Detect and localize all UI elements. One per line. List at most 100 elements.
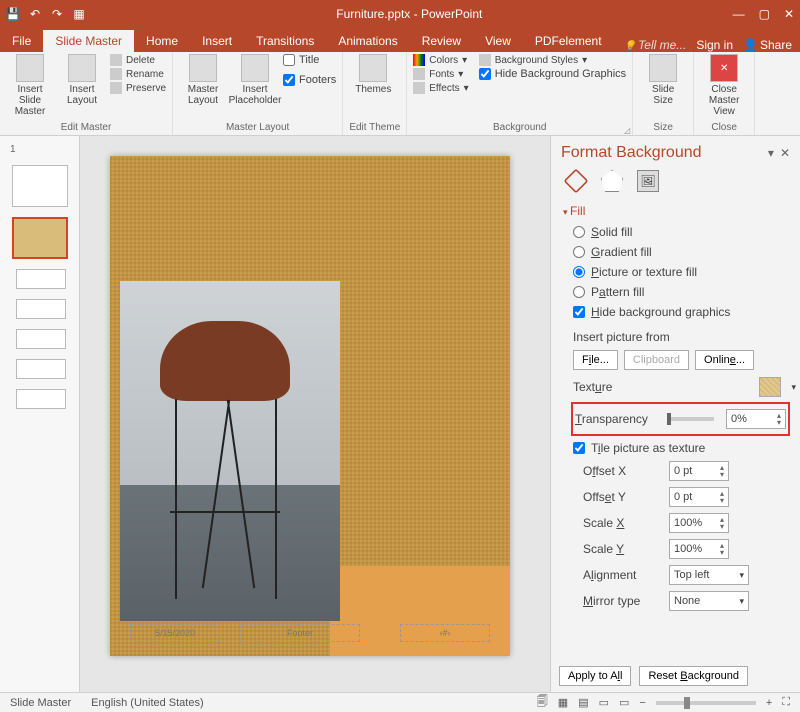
group-size: Size — [639, 122, 687, 135]
ribbon-tabs: File Slide Master Home Insert Transition… — [0, 28, 800, 52]
chair-image[interactable] — [120, 281, 340, 621]
tab-file[interactable]: File — [0, 30, 43, 52]
pane-options-icon[interactable]: ▾ — [768, 146, 774, 160]
slideshow-view-icon[interactable]: ▭ — [619, 696, 629, 709]
orange-shape — [330, 566, 510, 656]
picture-texture-fill-radio[interactable]: Picture or texture fill — [563, 262, 796, 282]
offset-y-spinner[interactable]: 0 pt▴▾ — [669, 487, 729, 507]
insert-placeholder-button[interactable]: Insert Placeholder — [231, 54, 279, 106]
hide-bg-graphics-check[interactable]: Hide background graphics — [563, 302, 796, 322]
tab-pdfelement[interactable]: PDFelement — [523, 30, 614, 52]
group-close: Close — [700, 122, 748, 135]
sign-in-link[interactable]: Sign in — [696, 38, 733, 52]
reading-view-icon[interactable]: ▭ — [599, 696, 609, 709]
title-checkbox[interactable]: Title — [283, 54, 336, 66]
group-edit-master: Edit Master — [6, 122, 166, 135]
date-placeholder[interactable]: 5/15/2020 — [130, 624, 220, 642]
insert-layout-button[interactable]: Insert Layout — [58, 54, 106, 106]
picture-tab-icon[interactable] — [637, 170, 659, 192]
start-slideshow-icon[interactable]: ▦ — [72, 7, 86, 21]
redo-icon[interactable]: ↷ — [50, 7, 64, 21]
alignment-dropdown[interactable]: Top left — [669, 565, 749, 585]
layout-thumbnail-4[interactable] — [16, 329, 66, 349]
tile-picture-check[interactable]: Tile picture as texture — [563, 438, 796, 458]
mirror-label: Mirror type — [583, 594, 663, 608]
solid-fill-radio[interactable]: Solid fill — [563, 222, 796, 242]
slide[interactable]: 5/15/2020 Footer ‹#› — [110, 156, 510, 656]
insert-picture-from-label: Insert picture from — [563, 322, 796, 348]
themes-button[interactable]: Themes — [349, 54, 397, 95]
scale-y-spinner[interactable]: 100%▴▾ — [669, 539, 729, 559]
layout-thumbnail-2[interactable] — [16, 269, 66, 289]
colors-dropdown[interactable]: Colors ▾ — [413, 54, 468, 66]
rename-button[interactable]: Rename — [110, 68, 166, 80]
gradient-fill-radio[interactable]: Gradient fill — [563, 242, 796, 262]
tab-home[interactable]: Home — [134, 30, 190, 52]
minimize-icon[interactable]: — — [733, 7, 745, 21]
layout-thumbnail-6[interactable] — [16, 389, 66, 409]
fonts-dropdown[interactable]: Fonts ▾ — [413, 68, 468, 80]
layout-thumbnail-1[interactable] — [12, 217, 68, 259]
tab-animations[interactable]: Animations — [326, 30, 409, 52]
tab-slide-master[interactable]: Slide Master — [43, 30, 134, 52]
fit-to-window-icon[interactable]: ⛶ — [782, 696, 790, 709]
background-dialog-launcher[interactable]: ◿ — [624, 126, 630, 135]
slide-canvas[interactable]: 5/15/2020 Footer ‹#› — [80, 136, 550, 692]
fill-tab-icon[interactable] — [564, 169, 589, 194]
notes-button[interactable]: 🗐 — [537, 693, 548, 712]
zoom-slider[interactable] — [656, 701, 756, 705]
pane-close-icon[interactable]: ✕ — [780, 146, 790, 160]
transparency-spinner[interactable]: 0%▴▾ — [726, 409, 786, 429]
slide-number-placeholder[interactable]: ‹#› — [400, 624, 490, 642]
undo-icon[interactable]: ↶ — [28, 7, 42, 21]
reset-background-button[interactable]: Reset Background — [639, 666, 748, 686]
master-layout-button[interactable]: Master Layout — [179, 54, 227, 106]
offset-x-spinner[interactable]: 0 pt▴▾ — [669, 461, 729, 481]
effects-tab-icon[interactable] — [601, 170, 623, 192]
close-icon[interactable]: ✕ — [784, 7, 794, 21]
layout-thumbnail-3[interactable] — [16, 299, 66, 319]
effects-dropdown[interactable]: Effects ▾ — [413, 82, 468, 94]
footer-placeholder[interactable]: Footer — [240, 624, 360, 642]
mirror-dropdown[interactable]: None — [669, 591, 749, 611]
status-language[interactable]: English (United States) — [91, 697, 204, 709]
zoom-in-icon[interactable]: + — [766, 697, 772, 709]
zoom-out-icon[interactable]: − — [639, 697, 645, 709]
master-number: 1 — [10, 144, 69, 155]
transparency-label: Transparency — [575, 412, 655, 426]
hide-background-checkbox[interactable]: Hide Background Graphics — [479, 68, 626, 80]
scale-x-spinner[interactable]: 100%▴▾ — [669, 513, 729, 533]
transparency-highlight: Transparency 0%▴▾ — [571, 402, 790, 436]
title-bar: 💾 ↶ ↷ ▦ Furniture.pptx - PowerPoint — ▢ … — [0, 0, 800, 28]
pane-title: Format Background — [561, 144, 702, 162]
master-thumbnail[interactable] — [12, 165, 68, 207]
tell-me-input[interactable]: Tell me... — [624, 38, 687, 52]
tab-review[interactable]: Review — [410, 30, 473, 52]
pattern-fill-radio[interactable]: Pattern fill — [563, 282, 796, 302]
restore-icon[interactable]: ▢ — [759, 7, 770, 21]
tab-transitions[interactable]: Transitions — [244, 30, 326, 52]
slide-thumbnails[interactable]: 1 — [0, 136, 80, 692]
save-icon[interactable]: 💾 — [6, 7, 20, 21]
status-mode: Slide Master — [10, 697, 71, 709]
file-button[interactable]: File... — [573, 350, 618, 370]
layout-thumbnail-5[interactable] — [16, 359, 66, 379]
tab-insert[interactable]: Insert — [190, 30, 244, 52]
scale-y-label: Scale Y — [583, 542, 663, 556]
share-button[interactable]: Share — [743, 38, 792, 52]
tab-view[interactable]: View — [473, 30, 523, 52]
fill-section[interactable]: Fill — [563, 200, 796, 222]
apply-to-all-button[interactable]: Apply to All — [559, 666, 631, 686]
sorter-view-icon[interactable]: ▤ — [578, 696, 588, 709]
insert-slide-master-button[interactable]: Insert Slide Master — [6, 54, 54, 117]
preserve-button[interactable]: Preserve — [110, 82, 166, 94]
background-styles-dropdown[interactable]: Background Styles ▾ — [479, 54, 626, 66]
transparency-slider[interactable] — [667, 417, 714, 421]
close-master-view-button[interactable]: ✕Close Master View — [700, 54, 748, 117]
texture-picker[interactable] — [759, 377, 781, 397]
online-button[interactable]: Online... — [695, 350, 754, 370]
normal-view-icon[interactable]: ▦ — [558, 696, 568, 709]
delete-button[interactable]: Delete — [110, 54, 166, 66]
slide-size-button[interactable]: Slide Size — [639, 54, 687, 106]
footers-checkbox[interactable]: Footers — [283, 74, 336, 86]
